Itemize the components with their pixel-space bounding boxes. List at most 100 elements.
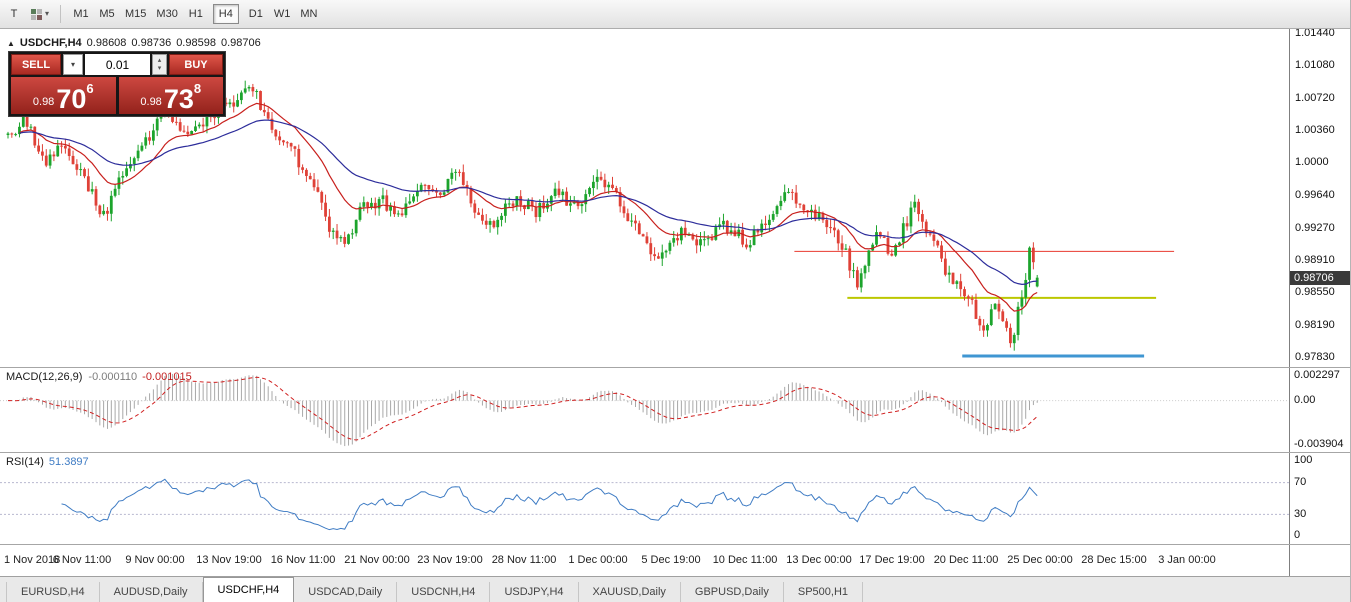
- chart-style-dropdown[interactable]: ▾: [26, 3, 53, 25]
- macd-panel: MACD(12,26,9) -0.000110 -0.001015 0.002297…: [0, 368, 1350, 453]
- buy-button[interactable]: BUY: [169, 54, 223, 75]
- macd-main-value: -0.000110: [88, 371, 137, 383]
- time-axis[interactable]: 1 Nov 20186 Nov 11:009 Nov 00:0013 Nov 1…: [0, 545, 1289, 576]
- timeframe-m15[interactable]: M15: [120, 4, 151, 24]
- close-value: 0.98706: [221, 37, 261, 49]
- macd-name: MACD(12,26,9): [6, 371, 82, 383]
- sell-price-display[interactable]: 0.98706: [11, 77, 116, 114]
- spinner-down-icon: ▾: [158, 65, 162, 73]
- rsi-chart[interactable]: [0, 453, 1289, 544]
- chart-tab-audusd[interactable]: AUDUSD,Daily: [100, 582, 203, 602]
- buy-price-big: 73: [164, 88, 194, 111]
- chart-tab-gbpusd[interactable]: GBPUSD,Daily: [681, 582, 784, 602]
- chart-ohlc-title: ▲ USDCHF,H4 0.98608 0.98736 0.98598 0.98…: [7, 37, 261, 49]
- high-value: 0.98736: [131, 37, 171, 49]
- chart-tabs-bar: EURUSD,H4AUDUSD,DailyUSDCHF,H4USDCAD,Dai…: [0, 577, 1350, 602]
- toolbar-separator: [60, 5, 61, 23]
- time-axis-label: 17 Dec 19:00: [859, 554, 924, 566]
- sell-button[interactable]: SELL: [11, 54, 61, 75]
- price-scale-label: 0.98550: [1295, 286, 1335, 298]
- rsi-scale-70: 70: [1294, 476, 1306, 488]
- rsi-scale[interactable]: 100 70 30 0: [1289, 453, 1350, 544]
- chart-tab-usdchf[interactable]: USDCHF,H4: [203, 577, 295, 602]
- volume-stepper[interactable]: ▴ ▾: [152, 54, 167, 75]
- time-axis-label: 28 Nov 11:00: [492, 554, 557, 566]
- rsi-plot[interactable]: RSI(14)51.3897: [0, 453, 1289, 544]
- toolbar-letter-icon: T: [11, 8, 18, 20]
- macd-scale-zero: 0.00: [1294, 394, 1315, 406]
- rsi-scale-30: 30: [1294, 508, 1306, 520]
- timeframe-mn[interactable]: MN: [295, 4, 322, 24]
- timeframe-d1[interactable]: D1: [243, 4, 269, 24]
- chart-tab-usdcnh[interactable]: USDCNH,H4: [397, 582, 490, 602]
- sell-price-prefix: 0.98: [33, 96, 54, 108]
- timeframe-m30[interactable]: M30: [151, 4, 182, 24]
- macd-scale-min: -0.003904: [1294, 438, 1344, 450]
- spinner-up-icon: ▴: [158, 57, 162, 65]
- macd-scale-max: 0.002297: [1294, 369, 1340, 381]
- price-scale-label: 1.00360: [1295, 124, 1335, 136]
- macd-label: MACD(12,26,9) -0.000110 -0.001015: [6, 371, 192, 383]
- timeframe-m1[interactable]: M1: [68, 4, 94, 24]
- time-axis-label: 21 Nov 00:00: [344, 554, 409, 566]
- current-price-badge: 0.98706: [1290, 271, 1350, 285]
- timeframe-toolbar: M1M5M15M30H1H4D1W1MN: [68, 4, 322, 24]
- timeframe-w1[interactable]: W1: [269, 4, 296, 24]
- buy-price-prefix: 0.98: [140, 96, 161, 108]
- time-axis-label: 1 Dec 00:00: [568, 554, 627, 566]
- price-scale-label: 0.99640: [1295, 189, 1335, 201]
- price-scale-label: 1.00720: [1295, 92, 1335, 104]
- chart-tab-xauusd[interactable]: XAUUSD,Daily: [579, 582, 681, 602]
- one-click-trading-panel: SELL ▾ 0.01 ▴ ▾ BUY 0.98706: [8, 51, 226, 117]
- low-value: 0.98598: [176, 37, 216, 49]
- time-axis-label: 13 Nov 19:00: [196, 554, 261, 566]
- time-axis-corner: [1289, 545, 1350, 576]
- price-scale-label: 1.01080: [1295, 59, 1335, 71]
- rsi-panel: RSI(14)51.3897 100 70 30 0: [0, 453, 1350, 545]
- time-axis-label: 28 Dec 15:00: [1081, 554, 1146, 566]
- buy-price-display[interactable]: 0.98738: [119, 77, 224, 114]
- sell-price-big: 70: [56, 88, 86, 111]
- chart-window-icon[interactable]: T: [4, 3, 24, 25]
- time-axis-label: 9 Nov 00:00: [125, 554, 184, 566]
- macd-scale[interactable]: 0.002297 0.00 -0.003904: [1289, 368, 1350, 452]
- rsi-label: RSI(14)51.3897: [6, 456, 89, 468]
- timeframe-h4[interactable]: H4: [213, 4, 239, 24]
- caret-down-icon: ▾: [45, 10, 49, 18]
- time-axis-label: 5 Dec 19:00: [641, 554, 700, 566]
- trading-platform-window: T ▾ M1M5M15M30H1H4D1W1MN ▲ USDCHF,H4 0.9…: [0, 0, 1351, 602]
- time-axis-label: 20 Dec 11:00: [934, 554, 999, 566]
- price-scale-label: 1.0000: [1295, 156, 1329, 168]
- toolbar: T ▾ M1M5M15M30H1H4D1W1MN: [0, 0, 1350, 29]
- timeframe-h1[interactable]: H1: [183, 4, 209, 24]
- volume-input[interactable]: 0.01: [85, 54, 150, 75]
- time-axis-label: 13 Dec 00:00: [786, 554, 851, 566]
- macd-signal-value: -0.001015: [142, 371, 192, 383]
- price-scale-label: 0.97830: [1295, 351, 1335, 363]
- price-scale[interactable]: 0.98706 1.01440 1.01080 1.00720 1.00360 1.00…: [1289, 29, 1350, 367]
- time-axis-label: 6 Nov 11:00: [53, 554, 112, 566]
- buy-price-sup: 8: [194, 81, 201, 96]
- symbol-period-label: USDCHF,H4: [20, 37, 82, 49]
- chart-tab-sp500[interactable]: SP500,H1: [784, 582, 863, 602]
- chart-tab-usdcad[interactable]: USDCAD,Daily: [294, 582, 397, 602]
- time-axis-label: 3 Jan 00:00: [1158, 554, 1216, 566]
- chart-tab-usdjpy[interactable]: USDJPY,H4: [490, 582, 578, 602]
- main-chart-row: ▲ USDCHF,H4 0.98608 0.98736 0.98598 0.98…: [0, 29, 1350, 368]
- price-chart[interactable]: ▲ USDCHF,H4 0.98608 0.98736 0.98598 0.98…: [0, 29, 1289, 367]
- symbol-marker-icon: ▲: [7, 39, 15, 48]
- timeframe-m5[interactable]: M5: [94, 4, 120, 24]
- chart-tab-eurusd[interactable]: EURUSD,H4: [6, 582, 100, 602]
- macd-chart[interactable]: [0, 368, 1289, 452]
- caret-down-icon: ▾: [71, 60, 75, 69]
- rsi-scale-100: 100: [1294, 454, 1312, 466]
- time-axis-label: 10 Dec 11:00: [713, 554, 778, 566]
- macd-plot[interactable]: MACD(12,26,9) -0.000110 -0.001015: [0, 368, 1289, 452]
- rsi-value: 51.3897: [49, 456, 89, 468]
- volume-dropdown-button[interactable]: ▾: [63, 54, 83, 75]
- sell-price-sup: 6: [86, 81, 93, 96]
- rsi-scale-0: 0: [1294, 529, 1300, 541]
- price-scale-label: 1.01440: [1295, 29, 1335, 39]
- time-axis-label: 25 Dec 00:00: [1007, 554, 1072, 566]
- price-scale-label: 0.98190: [1295, 319, 1335, 331]
